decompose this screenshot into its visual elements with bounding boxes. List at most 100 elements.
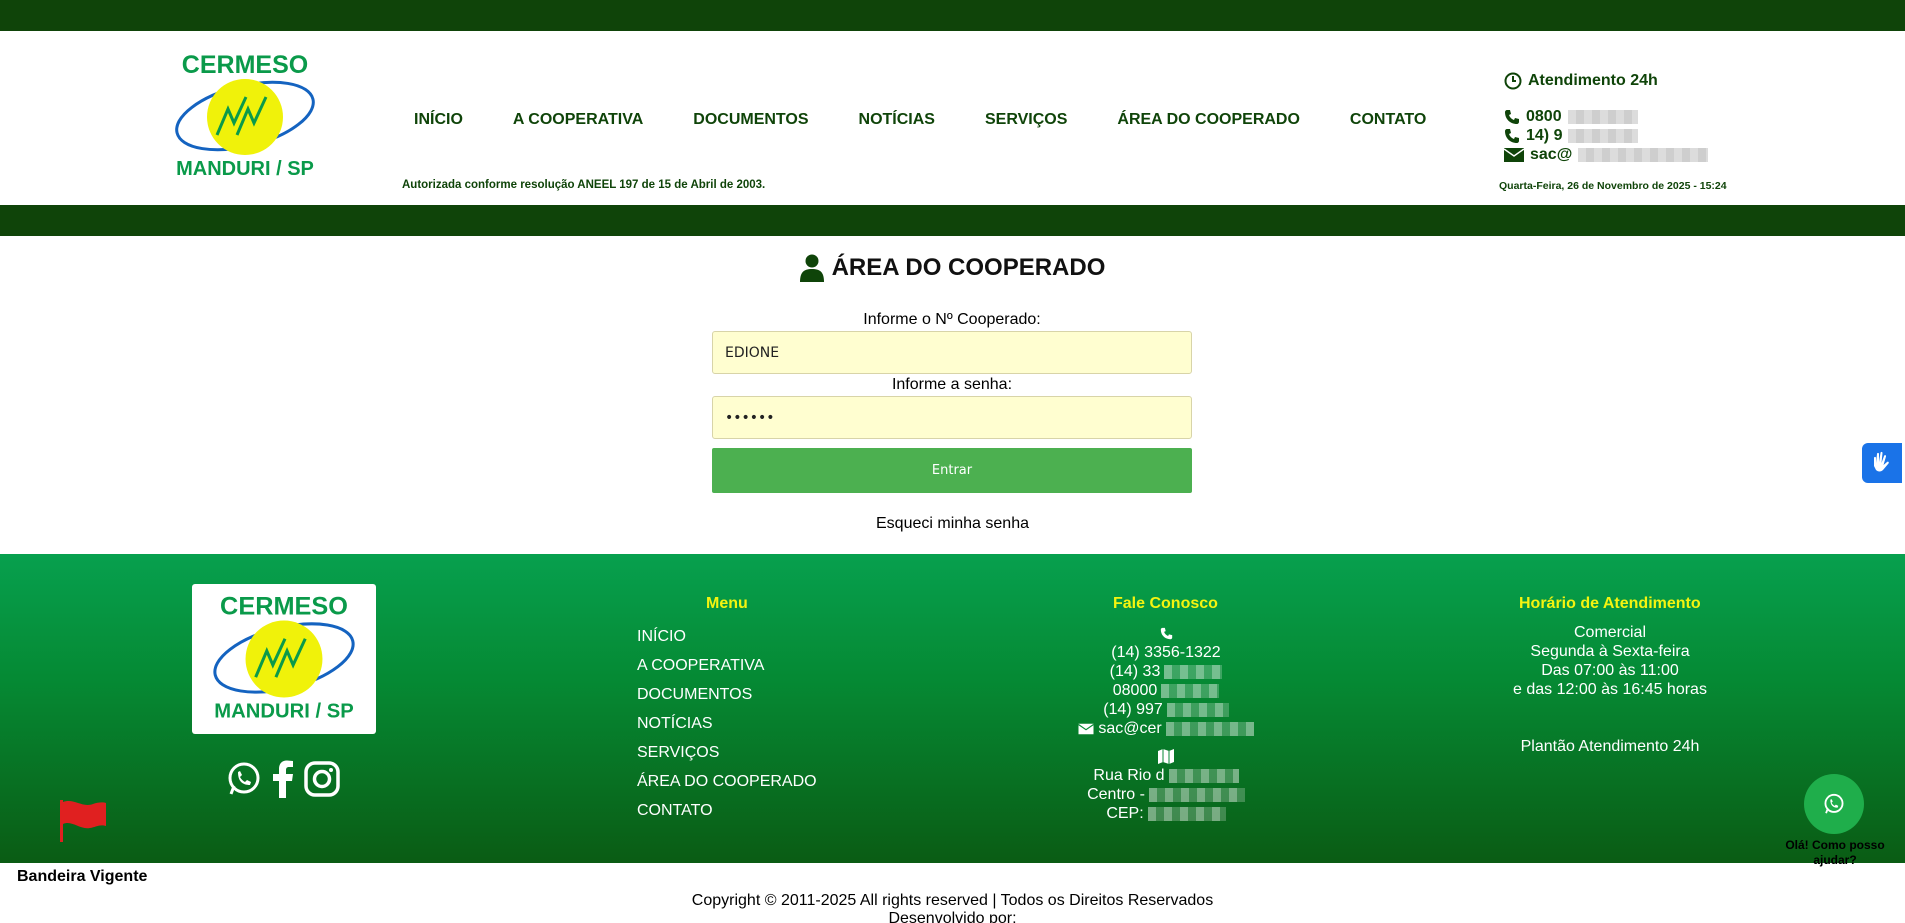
svg-text:CERMESO: CERMESO <box>182 53 308 79</box>
copyright: Copyright © 2011-2025 All rights reserve… <box>691 892 1214 909</box>
footer-menu: INÍCIO A COOPERATIVA DOCUMENTOS NOTÍCIAS… <box>637 628 817 831</box>
flag-icon <box>60 800 106 842</box>
footer-logo-graphic: CERMESO MANDURI / SP <box>213 592 355 723</box>
forgot-password-link[interactable]: Esqueci minha senha <box>0 515 1905 533</box>
whatsapp-chat-button[interactable] <box>1804 774 1864 834</box>
footer-menu-contato[interactable]: CONTATO <box>637 802 817 831</box>
redacted-blur <box>1568 128 1639 143</box>
footer-phone-4[interactable]: (14) 997 <box>1016 700 1316 719</box>
phone-1[interactable]: 0800 <box>1526 108 1562 126</box>
redacted-blur <box>1165 721 1254 736</box>
footer-phone-2-text: (14) 33 <box>1109 662 1161 680</box>
password-input[interactable] <box>712 396 1192 439</box>
redacted-blur <box>1161 683 1220 698</box>
address-line-2: Centro - <box>1016 785 1316 804</box>
login-form: Informe o Nº Cooperado: Informe a senha:… <box>712 311 1192 493</box>
address-line-3-text: CEP: <box>1106 804 1144 822</box>
nav-a-cooperativa[interactable]: A COOPERATIVA <box>513 111 643 129</box>
page-title: ÁREA DO COOPERADO <box>0 254 1905 282</box>
nav-contato[interactable]: CONTATO <box>1350 111 1426 129</box>
horario-line-2: Segunda à Sexta-feira <box>1530 643 1690 660</box>
header-contact: Atendimento 24h 0800 14) 9 sac@ <box>1504 71 1764 164</box>
address-line-2-text: Centro - <box>1087 785 1145 803</box>
phone-row-2: 14) 9 <box>1504 126 1764 145</box>
footer-menu-area-do-cooperado[interactable]: ÁREA DO COOPERADO <box>637 773 817 802</box>
whatsapp-icon[interactable] <box>226 761 262 797</box>
bandeira-flag[interactable] <box>60 800 108 847</box>
facebook-icon[interactable] <box>272 760 294 798</box>
phone-icon-row <box>1016 624 1316 643</box>
logo-graphic: CERMESO MANDURI / SP <box>175 53 315 180</box>
footer-phone-1[interactable]: (14) 3356-1322 <box>1016 643 1316 662</box>
address-line-1: Rua Rio d <box>1016 766 1316 785</box>
footer-phone-2[interactable]: (14) 33 <box>1016 662 1316 681</box>
nav-documentos[interactable]: DOCUMENTOS <box>693 111 808 129</box>
map-icon-row <box>1016 747 1316 766</box>
redacted-blur <box>1164 664 1223 679</box>
email-row: sac@ <box>1504 145 1764 164</box>
footer-menu-title: Menu <box>706 595 748 612</box>
header-phones: 0800 14) 9 sac@ <box>1504 107 1764 164</box>
svg-text:MANDURI / SP: MANDURI / SP <box>176 158 314 180</box>
horario-line-4: e das 12:00 às 16:45 horas <box>1513 681 1707 698</box>
nav-area-do-cooperado[interactable]: ÁREA DO COOPERADO <box>1117 111 1300 129</box>
social-links <box>226 760 340 798</box>
top-bar <box>0 0 1905 31</box>
nav-noticias[interactable]: NOTÍCIAS <box>859 111 935 129</box>
map-icon <box>1158 749 1174 764</box>
instagram-icon[interactable] <box>304 761 340 797</box>
footer-email[interactable]: sac@cer <box>1016 719 1316 738</box>
redacted-blur <box>1166 702 1229 717</box>
current-date: Quarta-Feira, 26 de Novembro de 2025 - 1… <box>1499 180 1727 192</box>
sign-language-hand-icon <box>1874 451 1889 472</box>
cermeso-logo[interactable]: CERMESO MANDURI / SP <box>162 53 328 181</box>
developed-by: Desenvolvido por: <box>888 910 1017 923</box>
footer-logo[interactable]: CERMESO MANDURI / SP <box>192 584 376 734</box>
footer-menu-documentos[interactable]: DOCUMENTOS <box>637 686 817 715</box>
whatsapp-chat-text: Olá! Como posso ajudar? <box>1785 838 1885 867</box>
page-title-text: ÁREA DO COOPERADO <box>831 254 1106 281</box>
vlibras-accessibility-button[interactable] <box>1862 443 1902 483</box>
phone-icon <box>1160 627 1172 640</box>
phone-row-1: 0800 <box>1504 107 1764 126</box>
clock-icon <box>1504 72 1522 89</box>
nav-inicio[interactable]: INÍCIO <box>414 111 463 129</box>
envelope-icon <box>1504 147 1524 162</box>
horario-title: Horário de Atendimento <box>1519 595 1701 612</box>
email[interactable]: sac@ <box>1530 146 1572 164</box>
horario-line-1: Comercial <box>1573 624 1646 641</box>
horario-atendimento: Comercial Segunda à Sexta-feira Das 07:0… <box>1460 624 1760 757</box>
senha-label: Informe a senha: <box>891 376 1013 393</box>
phone-2[interactable]: 14) 9 <box>1526 127 1562 145</box>
footer-menu-noticias[interactable]: NOTÍCIAS <box>637 715 817 744</box>
footer-phone-3[interactable]: 08000 <box>1016 681 1316 700</box>
redacted-blur <box>1168 768 1239 783</box>
bandeira-vigente-label: Bandeira Vigente <box>17 868 148 885</box>
phone-icon <box>1505 128 1519 143</box>
horario-line-3: Das 07:00 às 11:00 <box>1541 662 1679 679</box>
footer-phone-1-text: (14) 3356-1322 <box>1111 643 1221 661</box>
footer: CERMESO MANDURI / SP Menu INÍCIO A COOPE… <box>0 554 1905 863</box>
redacted-blur <box>1147 806 1226 821</box>
enter-button[interactable]: Entrar <box>712 448 1192 493</box>
fale-conosco-title: Fale Conosco <box>1113 595 1218 612</box>
footer-menu-servicos[interactable]: SERVIÇOS <box>637 744 817 773</box>
mid-bar <box>0 205 1905 236</box>
redacted-blur <box>1148 787 1245 802</box>
footer-menu-inicio[interactable]: INÍCIO <box>637 628 817 657</box>
header: CERMESO MANDURI / SP INÍCIO A COOPERATIV… <box>0 31 1905 205</box>
atendimento-label: Atendimento 24h <box>1528 71 1658 89</box>
envelope-icon <box>1078 723 1095 734</box>
svg-text:MANDURI / SP: MANDURI / SP <box>214 701 353 723</box>
phone-icon <box>1505 109 1519 124</box>
footer-menu-a-cooperativa[interactable]: A COOPERATIVA <box>637 657 817 686</box>
aneel-notice: Autorizada conforme resolução ANEEL 197 … <box>402 179 766 191</box>
footer-email-text: sac@cer <box>1098 719 1162 737</box>
redacted-blur <box>1567 109 1638 124</box>
cooperado-label: Informe o Nº Cooperado: <box>863 311 1041 328</box>
redacted-blur <box>1578 147 1709 162</box>
plantao-line: Plantão Atendimento 24h <box>1520 738 1700 755</box>
nav-servicos[interactable]: SERVIÇOS <box>985 111 1067 129</box>
main-nav: INÍCIO A COOPERATIVA DOCUMENTOS NOTÍCIAS… <box>414 111 1426 129</box>
cooperado-input[interactable] <box>712 331 1192 374</box>
